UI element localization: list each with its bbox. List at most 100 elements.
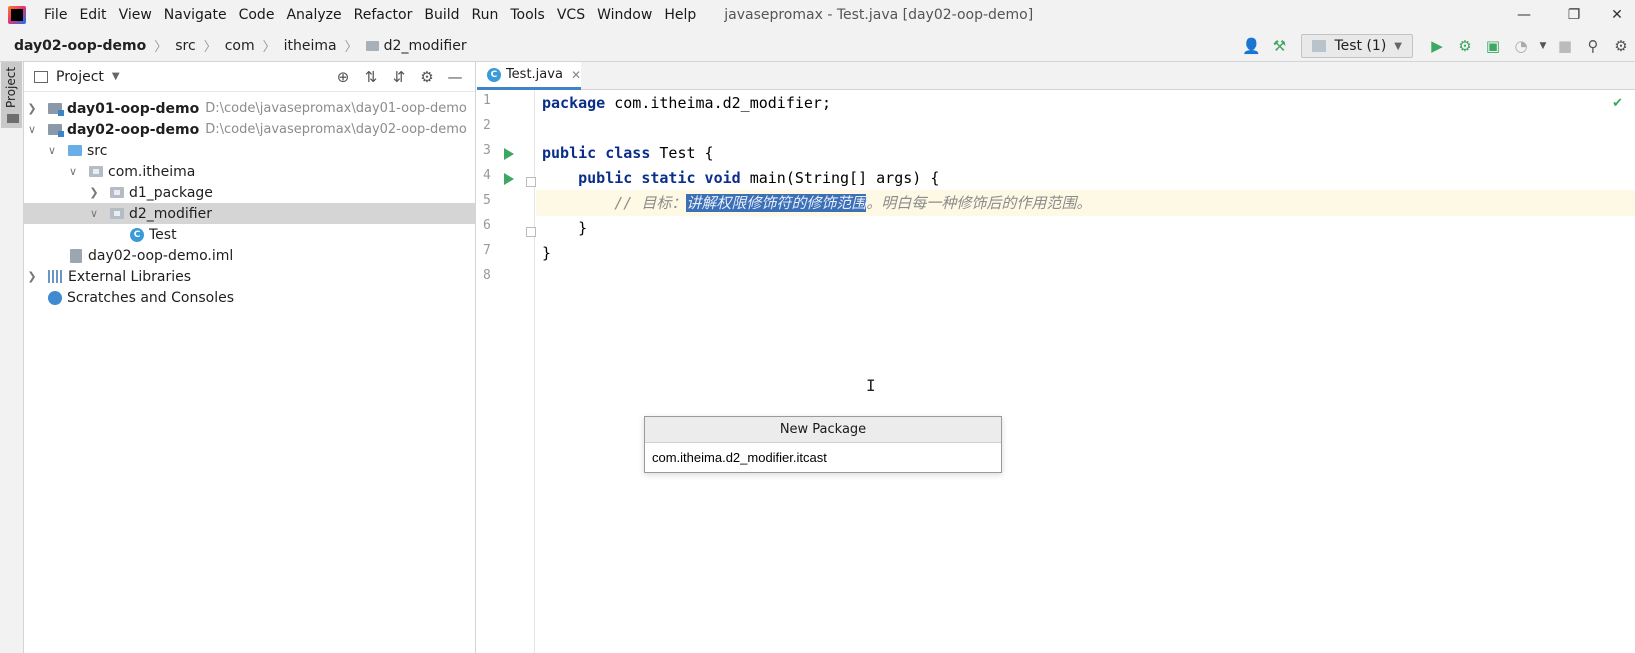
run-gutter-icon[interactable] — [504, 148, 514, 160]
tree-item-d1-package[interactable]: ❯ d1_package — [24, 182, 476, 203]
tree-item-iml-file[interactable]: day02-oop-demo.iml — [24, 245, 476, 266]
folder-icon — [7, 114, 19, 123]
tree-item-label: src — [87, 142, 108, 159]
run-config-label: Test (1) — [1334, 38, 1387, 54]
breadcrumb-d2-modifier[interactable]: d2_modifier — [365, 38, 467, 54]
tree-item-scratches[interactable]: Scratches and Consoles — [24, 287, 476, 308]
menu-analyze[interactable]: Analyze — [280, 0, 347, 30]
editor-tab-test-java[interactable]: C Test.java ✕ — [477, 62, 581, 90]
menu-run[interactable]: Run — [466, 0, 505, 30]
package-icon — [110, 187, 124, 198]
tree-item-path: D:\code\javasepromax\day01-oop-demo — [205, 101, 467, 116]
code-line-5: // 目标：讲解权限修饰符的修饰范围。明白每一种修饰后的作用范围。 — [536, 190, 1635, 216]
chevron-down-icon[interactable]: ∨ — [86, 207, 102, 220]
close-window-icon[interactable]: ✕ — [1599, 7, 1635, 23]
menu-edit[interactable]: Edit — [73, 0, 112, 30]
minimize-icon[interactable]: — — [1499, 7, 1549, 23]
tree-item-label: day01-oop-demo — [67, 100, 200, 117]
menu-tools[interactable]: Tools — [504, 0, 551, 30]
tree-item-day02-oop-demo[interactable]: ∨ day02-oop-demo D:\code\javasepromax\da… — [24, 119, 476, 140]
debug-bug-icon[interactable]: ⚙ — [1452, 33, 1478, 59]
stop-icon[interactable]: ■ — [1552, 33, 1578, 59]
coverage-icon[interactable]: ▣ — [1480, 33, 1506, 59]
chevron-down-icon[interactable]: ▼ — [112, 71, 120, 82]
package-name-input[interactable] — [645, 443, 1001, 472]
project-view-icon — [34, 70, 48, 83]
navigation-bar: day02-oop-demo 〉 src 〉 com 〉 itheima 〉 d… — [0, 30, 1635, 62]
build-hammer-icon[interactable]: ⚒ — [1266, 33, 1292, 59]
panel-settings-gear-icon[interactable]: ⚙ — [413, 68, 441, 86]
code-keyword: public static void — [578, 169, 741, 187]
close-tab-icon[interactable]: ✕ — [571, 68, 581, 82]
breadcrumb-itheima[interactable]: itheima — [284, 38, 337, 54]
hide-panel-icon[interactable]: — — [441, 68, 469, 86]
menu-help[interactable]: Help — [658, 0, 702, 30]
scratches-icon — [48, 290, 62, 305]
chevron-down-icon[interactable]: ∨ — [24, 123, 40, 136]
menu-refactor[interactable]: Refactor — [348, 0, 419, 30]
breadcrumb-separator-icon: 〉 — [154, 40, 168, 55]
tree-item-day01-oop-demo[interactable]: ❯ day01-oop-demo D:\code\javasepromax\da… — [24, 98, 476, 119]
iml-file-icon — [70, 248, 82, 263]
locate-target-icon[interactable]: ⊕ — [329, 68, 357, 86]
chevron-right-icon[interactable]: ❯ — [24, 270, 40, 283]
module-icon — [48, 103, 64, 116]
menu-view[interactable]: View — [113, 0, 158, 30]
tree-item-external-libraries[interactable]: ❯ External Libraries — [24, 266, 476, 287]
tree-item-d2-modifier[interactable]: ∨ d2_modifier — [24, 203, 476, 224]
menu-vcs[interactable]: VCS — [551, 0, 591, 30]
code-comment-selected: 讲解权限修饰符的修饰范围 — [686, 194, 867, 212]
breadcrumb-separator-icon: 〉 — [344, 40, 358, 55]
code-text: Test { — [650, 144, 714, 162]
breadcrumb-com[interactable]: com — [225, 38, 255, 54]
java-class-icon: C — [487, 67, 501, 82]
tree-item-path: D:\code\javasepromax\day02-oop-demo — [205, 122, 467, 137]
chevron-right-icon[interactable]: ❯ — [24, 102, 40, 115]
module-icon — [48, 124, 64, 137]
new-package-popup: New Package — [644, 416, 1002, 473]
menu-window[interactable]: Window — [591, 0, 658, 30]
breadcrumb-src[interactable]: src — [175, 38, 195, 54]
menu-code[interactable]: Code — [233, 0, 281, 30]
chevron-down-icon[interactable]: ∨ — [44, 144, 60, 157]
chevron-right-icon[interactable]: ❯ — [86, 186, 102, 199]
tree-item-label: com.itheima — [108, 163, 196, 180]
menu-file[interactable]: File — [38, 0, 73, 30]
libraries-icon — [48, 270, 62, 283]
tree-item-label: Scratches and Consoles — [67, 289, 234, 306]
fold-marker-icon[interactable] — [526, 227, 536, 237]
chevron-down-icon[interactable]: ∨ — [65, 165, 81, 178]
project-panel-title[interactable]: Project — [56, 69, 104, 85]
tree-item-src[interactable]: ∨ src — [24, 140, 476, 161]
project-tool-window-tab[interactable]: Project — [1, 62, 22, 128]
collapse-all-icon[interactable]: ⇵ — [385, 68, 413, 86]
expand-all-icon[interactable]: ⇅ — [357, 68, 385, 86]
tree-item-label: Test — [149, 226, 177, 243]
code-line-4: public static void main(String[] args) { — [536, 165, 1635, 191]
left-tool-stripe: Project — [0, 62, 24, 653]
search-icon[interactable]: ⚲ — [1580, 33, 1606, 59]
main-toolbar: 👤 ⚒ Test (1) ▼ ▶ ⚙ ▣ ◔ ▼ ■ ⚲ ⚙ — [1237, 30, 1635, 62]
breadcrumb-separator-icon: 〉 — [262, 40, 276, 55]
user-icon[interactable]: 👤 — [1238, 33, 1264, 59]
run-gutter-icon[interactable] — [504, 173, 514, 185]
settings-gear-icon[interactable]: ⚙ — [1608, 33, 1634, 59]
code-comment: 。明白每一种修饰后的作用范围。 — [866, 194, 1092, 212]
breadcrumb-project[interactable]: day02-oop-demo — [14, 38, 146, 54]
run-configuration-select[interactable]: Test (1) ▼ — [1301, 34, 1413, 58]
menu-build[interactable]: Build — [418, 0, 465, 30]
tree-item-com-itheima[interactable]: ∨ com.itheima — [24, 161, 476, 182]
run-icon[interactable]: ▶ — [1424, 33, 1450, 59]
code-editor[interactable]: ✔ package com.itheima.d2_modifier; publi… — [536, 90, 1635, 653]
menu-bar: File Edit View Navigate Code Analyze Ref… — [0, 0, 1635, 30]
line-number: 7 — [483, 243, 491, 258]
profile-icon[interactable]: ◔ — [1508, 33, 1534, 59]
chevron-down-icon[interactable]: ▼ — [1536, 33, 1550, 59]
menu-navigate[interactable]: Navigate — [158, 0, 233, 30]
package-icon — [89, 166, 103, 177]
restore-icon[interactable]: ❐ — [1549, 7, 1599, 23]
code-text: main(String[] args) { — [740, 169, 940, 187]
tree-item-label: day02-oop-demo — [67, 121, 200, 138]
tree-item-test-class[interactable]: C Test — [24, 224, 476, 245]
fold-marker-icon[interactable] — [526, 177, 536, 187]
